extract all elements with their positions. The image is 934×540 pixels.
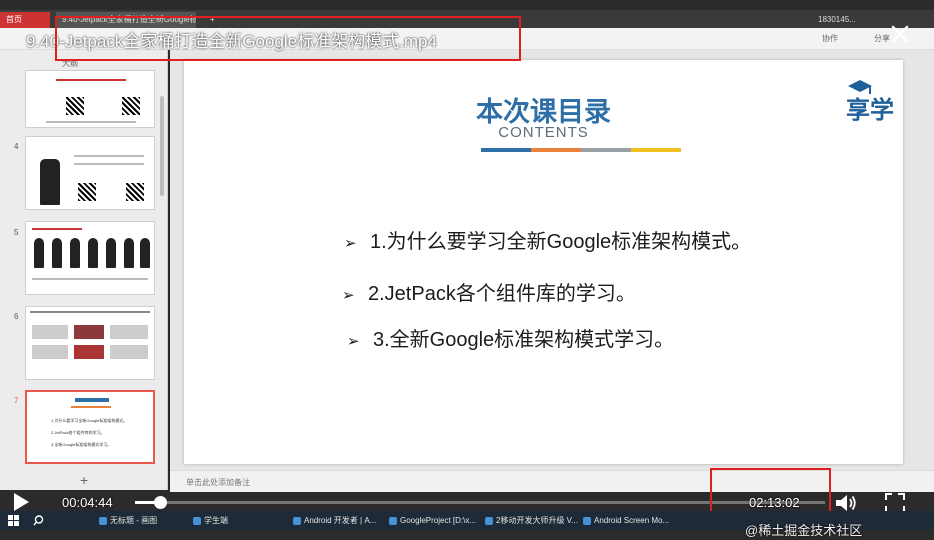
slide-canvas: 本次课目录 CONTENTS 享学 ➢ 1.为什么要学习全新Google标准架构模… — [170, 50, 934, 470]
watermark: @稀土掘金技术社区 — [745, 523, 863, 538]
current-slide: 本次课目录 CONTENTS 享学 ➢ 1.为什么要学习全新Google标准架构模… — [184, 60, 903, 464]
bullet-text: 3.全新Google标准架构模式学习。 — [373, 329, 675, 351]
thumbnail-bullet: 1.为什么要学习全新Google标准架构模式。 — [51, 418, 128, 423]
slide-thumbnail[interactable] — [25, 306, 155, 380]
thumbnails-scrollbar[interactable] — [160, 96, 164, 196]
slide-number: 4 — [14, 142, 19, 151]
taskbar-item[interactable]: GoogleProject [D:\x... — [388, 514, 482, 528]
bullet-item: ➢ 3.全新Google标准架构模式学习。 — [347, 323, 674, 352]
thumbnail-bullet: 3.全新Google标准架构模式学习。 — [51, 442, 112, 447]
title-underline — [481, 148, 681, 152]
video-frame: 首页 9.40-Jetpack全家桶打造全新Google标准架构模式.pptx … — [0, 0, 934, 540]
slide-subtitle: CONTENTS — [498, 124, 589, 141]
play-icon — [14, 493, 29, 511]
bullet-text: 1.为什么要学习全新Google标准架构模式。 — [370, 231, 752, 253]
slide-thumbnails-panel: 大纲 4 5 6 7 1.为什么要学习全新Google标准架构模式。 2.Jet… — [0, 50, 168, 490]
brand-logo: 享学 — [844, 76, 900, 124]
progress-handle[interactable] — [153, 496, 167, 509]
close-icon — [891, 25, 909, 43]
taskbar-item[interactable]: 2移动开发大师升级 V... — [484, 514, 578, 528]
thumbnail-bullet: 2.JetPack各个组件库的学习。 — [51, 430, 105, 435]
slide-number: 5 — [14, 228, 19, 237]
taskbar-item[interactable]: Android Screen Mo... — [582, 514, 674, 528]
notes-placeholder: 单击此处添加备注 — [186, 478, 250, 487]
slide-thumbnail[interactable] — [25, 221, 155, 295]
title-highlight-box — [55, 16, 521, 61]
arrow-bullet-icon: ➢ — [342, 287, 355, 304]
user-name: 1830145... — [818, 15, 856, 24]
play-button[interactable] — [12, 492, 30, 512]
slide-thumbnail-active[interactable]: 1.为什么要学习全新Google标准架构模式。 2.JetPack各个组件库的学… — [25, 390, 155, 464]
tab-home[interactable]: 首页 — [0, 12, 50, 28]
arrow-bullet-icon: ➢ — [344, 235, 357, 252]
slide-number: 7 — [14, 396, 19, 405]
bullet-text: 2.JetPack各个组件库的学习。 — [368, 283, 636, 305]
taskbar-item[interactable]: 无标题 - 画图 — [98, 514, 178, 528]
add-slide-button[interactable]: + — [80, 472, 88, 488]
slide-number: 6 — [14, 312, 19, 321]
collab-button[interactable]: 协作 — [822, 33, 838, 44]
windows-start-icon[interactable] — [8, 515, 19, 526]
search-icon[interactable] — [33, 515, 44, 526]
taskbar-item[interactable]: Android 开发者 | A... — [292, 514, 384, 528]
close-button[interactable] — [888, 22, 912, 46]
brand-logo-text: 享学 — [846, 97, 894, 124]
bullet-item: ➢ 2.JetPack各个组件库的学习。 — [342, 277, 636, 306]
slide-thumbnail[interactable] — [25, 136, 155, 210]
bullet-item: ➢ 1.为什么要学习全新Google标准架构模式。 — [344, 225, 751, 254]
current-time: 00:04:44 — [62, 495, 113, 510]
taskbar-item[interactable]: 学生端 — [192, 514, 252, 528]
arrow-bullet-icon: ➢ — [347, 333, 360, 350]
slide-thumbnail[interactable] — [25, 70, 155, 128]
